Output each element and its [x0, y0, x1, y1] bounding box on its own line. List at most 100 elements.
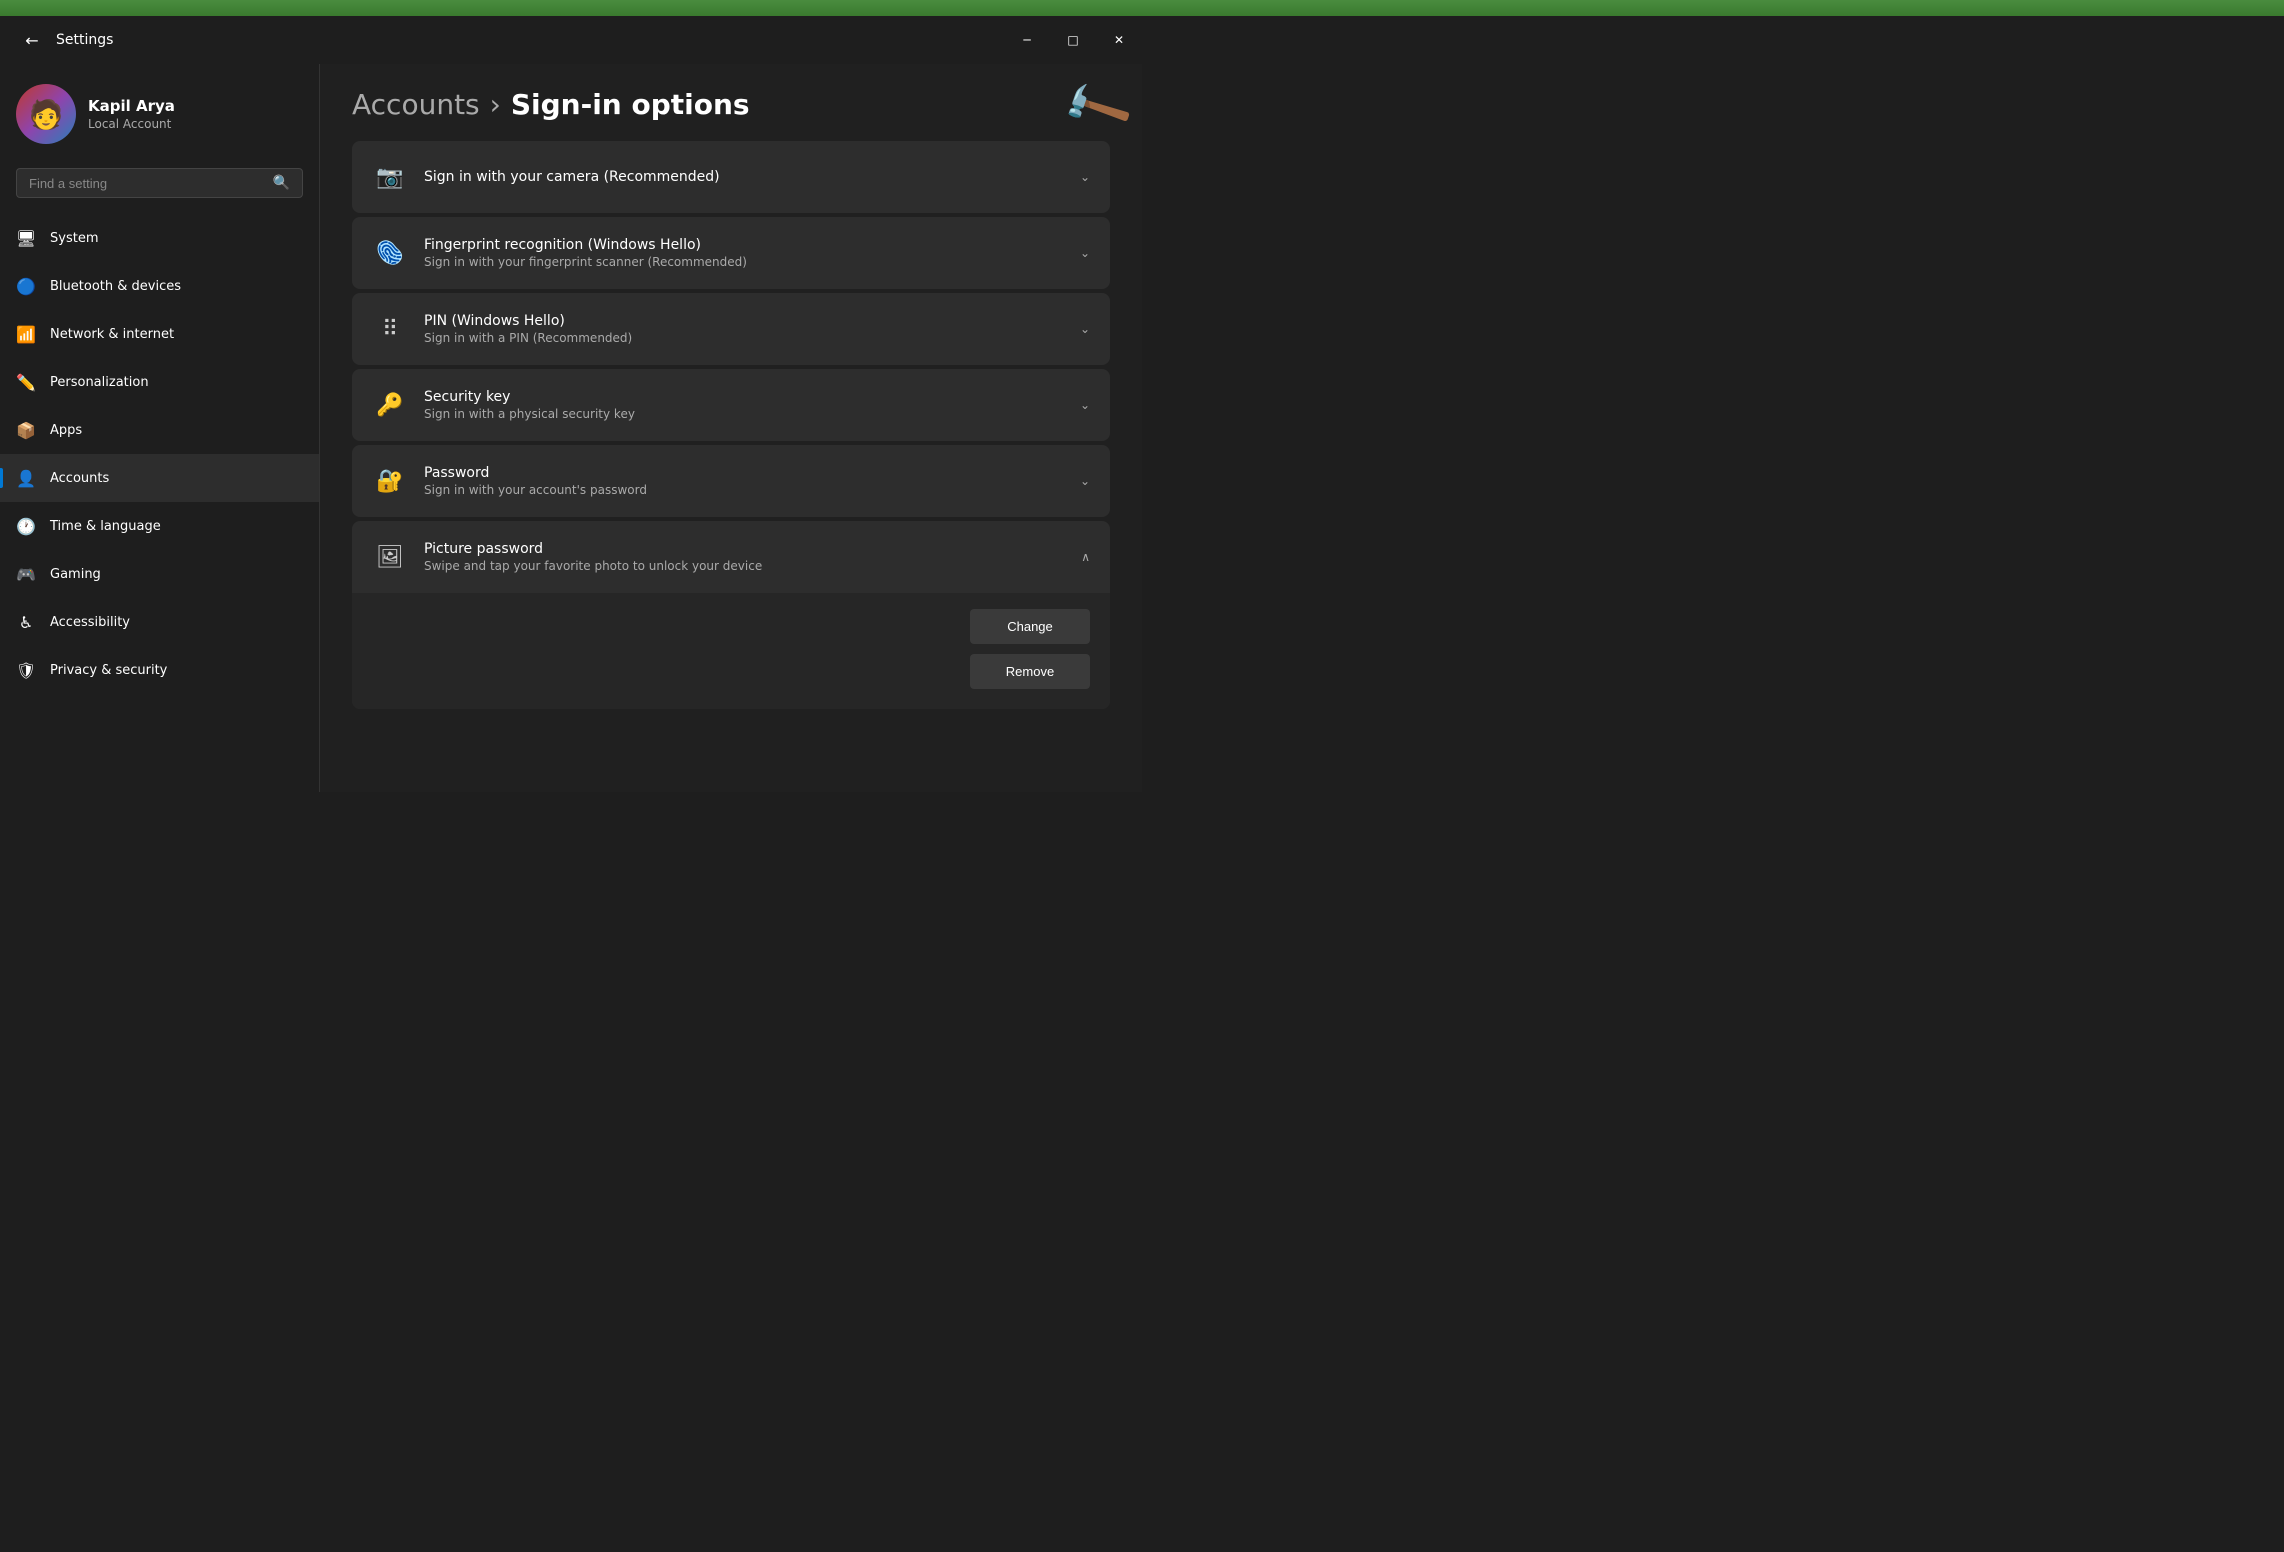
pin-icon: ⠿ [372, 311, 408, 347]
sidebar-item-gaming[interactable]: 🎮 Gaming [0, 550, 319, 598]
sidebar-label-accessibility: Accessibility [50, 615, 130, 630]
sidebar-item-time[interactable]: 🕐 Time & language [0, 502, 319, 550]
settings-list: 📷 Sign in with your camera (Recommended)… [320, 141, 1142, 745]
breadcrumb-separator: › [490, 88, 501, 121]
network-icon: 📶 [16, 324, 36, 344]
hammer-icon: 🔨 [1056, 69, 1136, 148]
search-container: 🔍 [0, 160, 319, 210]
user-name: Kapil Arya [88, 97, 175, 115]
system-icon: 🖥 [16, 228, 36, 248]
picture-password-subtitle: Swipe and tap your favorite photo to unl… [424, 559, 1069, 573]
fingerprint-icon: 🫆 [372, 235, 408, 271]
sidebar-label-bluetooth: Bluetooth & devices [50, 279, 181, 294]
pin-subtitle: Sign in with a PIN (Recommended) [424, 331, 1068, 345]
sidebar-item-network[interactable]: 📶 Network & internet [0, 310, 319, 358]
camera-title: Sign in with your camera (Recommended) [424, 169, 1068, 185]
settings-item-picture-password-header[interactable]: 🖼 Picture password Swipe and tap your fa… [352, 521, 1110, 593]
settings-item-camera-header[interactable]: 📷 Sign in with your camera (Recommended)… [352, 141, 1110, 213]
change-button[interactable]: Change [970, 609, 1090, 644]
fingerprint-title: Fingerprint recognition (Windows Hello) [424, 237, 1068, 253]
settings-item-security-key: 🔑 Security key Sign in with a physical s… [352, 369, 1110, 441]
security-key-chevron: ⌄ [1080, 398, 1090, 412]
security-key-text: Security key Sign in with a physical sec… [424, 389, 1068, 421]
settings-item-fingerprint-header[interactable]: 🫆 Fingerprint recognition (Windows Hello… [352, 217, 1110, 289]
bluetooth-icon: 🔵 [16, 276, 36, 296]
sidebar-label-apps: Apps [50, 423, 82, 438]
user-profile[interactable]: 🧑 Kapil Arya Local Account [0, 64, 319, 160]
picture-password-text: Picture password Swipe and tap your favo… [424, 541, 1069, 573]
sidebar-item-privacy[interactable]: 🛡 Privacy & security [0, 646, 319, 694]
settings-item-picture-password: 🖼 Picture password Swipe and tap your fa… [352, 521, 1110, 709]
sidebar-item-bluetooth[interactable]: 🔵 Bluetooth & devices [0, 262, 319, 310]
settings-item-password: 🔐 Password Sign in with your account's p… [352, 445, 1110, 517]
sidebar-label-privacy: Privacy & security [50, 663, 167, 678]
time-icon: 🕐 [16, 516, 36, 536]
sidebar: 🧑 Kapil Arya Local Account 🔍 🖥 System [0, 64, 320, 792]
settings-item-fingerprint: 🫆 Fingerprint recognition (Windows Hello… [352, 217, 1110, 289]
pin-title: PIN (Windows Hello) [424, 313, 1068, 329]
window-title: Settings [56, 32, 113, 48]
remove-button[interactable]: Remove [970, 654, 1090, 689]
password-icon: 🔐 [372, 463, 408, 499]
breadcrumb-accounts[interactable]: Accounts [352, 88, 480, 121]
sidebar-label-gaming: Gaming [50, 567, 101, 582]
sidebar-item-accounts[interactable]: 👤 Accounts [0, 454, 319, 502]
avatar: 🧑 [16, 84, 76, 144]
sidebar-label-time: Time & language [50, 519, 161, 534]
security-key-subtitle: Sign in with a physical security key [424, 407, 1068, 421]
security-key-title: Security key [424, 389, 1068, 405]
search-box[interactable]: 🔍 [16, 168, 303, 198]
sidebar-item-system[interactable]: 🖥 System [0, 214, 319, 262]
pin-text: PIN (Windows Hello) Sign in with a PIN (… [424, 313, 1068, 345]
settings-item-security-key-header[interactable]: 🔑 Security key Sign in with a physical s… [352, 369, 1110, 441]
camera-icon: 📷 [372, 159, 408, 195]
user-info: Kapil Arya Local Account [88, 97, 175, 131]
settings-item-pin-header[interactable]: ⠿ PIN (Windows Hello) Sign in with a PIN… [352, 293, 1110, 365]
minimize-button[interactable]: ─ [1004, 16, 1050, 64]
page-title: Sign-in options [511, 88, 750, 121]
avatar-image: 🧑 [16, 84, 76, 144]
password-text: Password Sign in with your account's pas… [424, 465, 1068, 497]
sidebar-label-accounts: Accounts [50, 471, 109, 486]
sidebar-label-system: System [50, 231, 98, 246]
picture-password-icon: 🖼 [372, 539, 408, 575]
page-header: Accounts › Sign-in options [320, 64, 1142, 141]
app-layout: 🧑 Kapil Arya Local Account 🔍 🖥 System [0, 64, 1142, 792]
window-controls: ─ □ ✕ [1004, 16, 1142, 64]
search-icon: 🔍 [273, 175, 290, 191]
password-chevron: ⌄ [1080, 474, 1090, 488]
app-window: ← Settings ─ □ ✕ 🧑 Kapil Arya [0, 16, 1142, 776]
password-subtitle: Sign in with your account's password [424, 483, 1068, 497]
close-button[interactable]: ✕ [1096, 16, 1142, 64]
back-button[interactable]: ← [16, 24, 48, 56]
picture-password-chevron: ∧ [1081, 550, 1090, 564]
main-content: 🔨 Accounts › Sign-in options 📷 Sign in w… [320, 64, 1142, 792]
picture-password-expanded: Change Remove [352, 593, 1110, 709]
sidebar-item-accessibility[interactable]: ♿ Accessibility [0, 598, 319, 646]
settings-item-password-header[interactable]: 🔐 Password Sign in with your account's p… [352, 445, 1110, 517]
sidebar-label-personalization: Personalization [50, 375, 149, 390]
security-key-icon: 🔑 [372, 387, 408, 423]
maximize-button[interactable]: □ [1050, 16, 1096, 64]
desktop-taskbar [0, 0, 2284, 16]
back-icon: ← [25, 31, 38, 50]
apps-icon: 📦 [16, 420, 36, 440]
gaming-icon: 🎮 [16, 564, 36, 584]
pin-chevron: ⌄ [1080, 322, 1090, 336]
search-input[interactable] [29, 176, 265, 191]
personalization-icon: ✏️ [16, 372, 36, 392]
password-title: Password [424, 465, 1068, 481]
camera-text: Sign in with your camera (Recommended) [424, 169, 1068, 185]
user-account-type: Local Account [88, 117, 175, 131]
fingerprint-chevron: ⌄ [1080, 246, 1090, 260]
settings-item-camera: 📷 Sign in with your camera (Recommended)… [352, 141, 1110, 213]
privacy-icon: 🛡 [16, 660, 36, 680]
hammer-icon-container: 🔨 [1066, 80, 1126, 137]
camera-chevron: ⌄ [1080, 170, 1090, 184]
fingerprint-text: Fingerprint recognition (Windows Hello) … [424, 237, 1068, 269]
title-bar: ← Settings ─ □ ✕ [0, 16, 1142, 64]
sidebar-item-apps[interactable]: 📦 Apps [0, 406, 319, 454]
accounts-icon: 👤 [16, 468, 36, 488]
sidebar-item-personalization[interactable]: ✏️ Personalization [0, 358, 319, 406]
accessibility-icon: ♿ [16, 612, 36, 632]
